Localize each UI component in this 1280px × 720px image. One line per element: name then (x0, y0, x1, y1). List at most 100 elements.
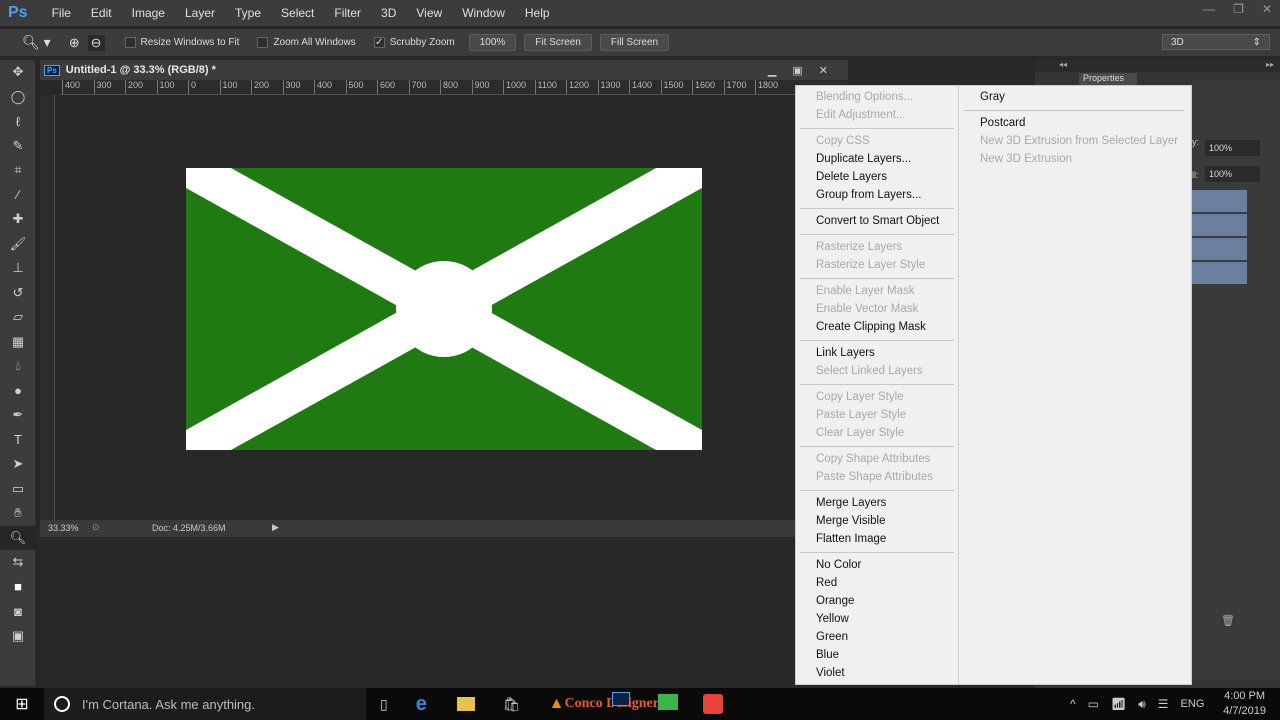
zoom-out-icon[interactable]: ⊖ (87, 34, 105, 51)
notification-icon[interactable]: ☰ (1158, 697, 1169, 711)
menu-3d[interactable]: 3D (371, 6, 406, 20)
zoom-tool-icon[interactable]: 🔍︎ ▾ (22, 34, 51, 51)
menu-edit[interactable]: Edit (81, 6, 122, 20)
task-view-icon[interactable]: ▯ (380, 696, 388, 713)
minimize-button[interactable]: — (1203, 2, 1215, 16)
fill-screen-button[interactable]: Fill Screen (599, 34, 670, 51)
zoom-tool-icon[interactable]: 🔍︎ (0, 525, 36, 550)
file-explorer-icon[interactable] (456, 697, 475, 711)
menu-help[interactable]: Help (515, 6, 560, 20)
path-select-tool-icon[interactable]: ➤ (0, 452, 36, 477)
status-menu-arrow-icon[interactable]: ▶ (272, 522, 279, 533)
eraser-tool-icon[interactable]: ▱ (0, 305, 36, 330)
fill-field[interactable]: 100% (1205, 166, 1260, 182)
shape-tool-icon[interactable]: ▭ (0, 477, 36, 502)
quick-mask-tool-icon[interactable]: ◙ (0, 599, 36, 624)
ruler-tick-label: 700 (408, 80, 427, 94)
menu-item-convert-to-smart-object[interactable]: Convert to Smart Object (796, 212, 958, 230)
menu-item-group-from-layers[interactable]: Group from Layers... (796, 186, 958, 204)
gradient-tool-icon[interactable]: ▦ (0, 330, 36, 355)
menu-file[interactable]: File (42, 6, 81, 20)
clock[interactable]: 4:00 PM 4/7/2019 (1223, 689, 1266, 719)
store-icon[interactable]: 🛍︎ (503, 696, 521, 713)
resize-windows-checkbox[interactable]: Resize Windows to Fit (124, 36, 239, 48)
stamp-tool-icon[interactable]: ⊥ (0, 256, 36, 281)
healing-tool-icon[interactable]: ✚ (0, 207, 36, 232)
app-c-icon[interactable] (703, 694, 723, 714)
chevron-up-icon[interactable]: ^ (1070, 697, 1076, 711)
photoshop-taskbar-icon[interactable] (612, 692, 630, 706)
doc-size: Doc: 4.25M/3.66M (152, 523, 226, 533)
menu-item-link-layers[interactable]: Link Layers (796, 344, 958, 362)
x-cross-graphic (186, 168, 702, 450)
trash-icon[interactable]: 🗑︎ (1221, 614, 1235, 627)
type-tool-icon[interactable]: T (0, 428, 36, 453)
close-button[interactable]: ✕ (1262, 2, 1272, 16)
menu-item-delete-layers[interactable]: Delete Layers (796, 168, 958, 186)
zoom-in-icon[interactable]: ⊕ (69, 35, 80, 51)
move-tool-icon[interactable]: ✥ (0, 60, 36, 85)
hand-tool-icon[interactable]: ✋︎ (0, 501, 36, 526)
menu-item-gray[interactable]: Gray (960, 88, 1188, 106)
vlc-icon[interactable]: ▲ (549, 695, 565, 713)
screen-mode-tool-icon[interactable]: ▣ (0, 624, 36, 649)
layers-list[interactable] (1192, 190, 1247, 286)
image-canvas[interactable] (186, 168, 702, 450)
camtasia-icon[interactable] (658, 694, 678, 710)
menu-item-postcard[interactable]: Postcard (960, 114, 1188, 132)
quick-select-tool-icon[interactable]: ✎ (0, 134, 36, 159)
restore-button[interactable]: ❐ (1233, 2, 1244, 16)
cortana-search[interactable]: I'm Cortana. Ask me anything. (44, 688, 366, 720)
opacity-field[interactable]: 100% (1205, 140, 1260, 156)
menu-item-violet[interactable]: Violet (796, 664, 958, 682)
doc-maximize-button[interactable]: ▣ (792, 64, 802, 77)
battery-icon[interactable]: ▭ (1088, 697, 1099, 711)
menu-item-merge-visible[interactable]: Merge Visible (796, 512, 958, 530)
menu-item-orange[interactable]: Orange (796, 592, 958, 610)
menu-select[interactable]: Select (271, 6, 324, 20)
document-tab[interactable]: Ps Untitled-1 @ 33.3% (RGB/8) * ▁ ▣ ✕ (40, 60, 848, 80)
actual-pixels-button[interactable]: 100% (468, 34, 517, 51)
swap-colors-tool-icon[interactable]: ⇆ (0, 550, 36, 575)
menu-item-green[interactable]: Green (796, 628, 958, 646)
menu-type[interactable]: Type (225, 6, 271, 20)
brush-tool-icon[interactable]: 🖌︎ (0, 232, 36, 257)
eyedropper-tool-icon[interactable]: ⁄ (0, 183, 36, 208)
marquee-tool-icon[interactable]: ◯ (0, 85, 36, 110)
tab-properties[interactable]: Properties (1079, 73, 1137, 85)
edge-icon[interactable]: e (416, 693, 427, 716)
scrubby-zoom-checkbox[interactable]: ✓ Scrubby Zoom (373, 36, 455, 48)
language-indicator[interactable]: ENG (1181, 698, 1205, 710)
volume-icon[interactable]: 🔊︎ (1138, 697, 1146, 712)
crop-tool-icon[interactable]: ⌗ (0, 158, 36, 183)
doc-minimize-button[interactable]: ▁ (768, 64, 776, 77)
menu-filter[interactable]: Filter (324, 6, 371, 20)
doc-close-button[interactable]: ✕ (819, 64, 828, 77)
menu-layer[interactable]: Layer (175, 6, 225, 20)
windows-start-icon[interactable]: ⊞ (0, 694, 44, 714)
colors-tool-icon[interactable]: ■ (0, 575, 36, 600)
dodge-tool-icon[interactable]: ● (0, 379, 36, 404)
menu-item-blue[interactable]: Blue (796, 646, 958, 664)
menu-view[interactable]: View (406, 6, 452, 20)
menu-item-merge-layers[interactable]: Merge Layers (796, 494, 958, 512)
menu-item-yellow[interactable]: Yellow (796, 610, 958, 628)
menu-item-new-3d-extrusion-from-selected-layer: New 3D Extrusion from Selected Layer (980, 135, 1179, 147)
workspace-select[interactable]: 3D ⇕ (1162, 34, 1270, 50)
menu-item-create-clipping-mask[interactable]: Create Clipping Mask (796, 318, 958, 336)
chevron-updown-icon: ⇕ (1252, 37, 1261, 48)
zoom-all-windows-checkbox[interactable]: Zoom All Windows (257, 36, 356, 48)
fit-screen-button[interactable]: Fit Screen (524, 34, 592, 51)
lasso-tool-icon[interactable]: ℓ (0, 109, 36, 134)
menu-item-no-color[interactable]: No Color (796, 556, 958, 574)
menu-item-red[interactable]: Red (796, 574, 958, 592)
menu-image[interactable]: Image (122, 6, 175, 20)
menu-item-flatten-image[interactable]: Flatten Image (796, 530, 958, 548)
menu-item-duplicate-layers[interactable]: Duplicate Layers... (796, 150, 958, 168)
pen-tool-icon[interactable]: ✒ (0, 403, 36, 428)
history-brush-tool-icon[interactable]: ↺ (0, 281, 36, 306)
wifi-icon[interactable]: 📶︎ (1111, 697, 1126, 711)
zoom-level[interactable]: 33.33% (48, 523, 79, 533)
blur-tool-icon[interactable]: 💧︎ (0, 354, 36, 379)
menu-window[interactable]: Window (452, 6, 515, 20)
